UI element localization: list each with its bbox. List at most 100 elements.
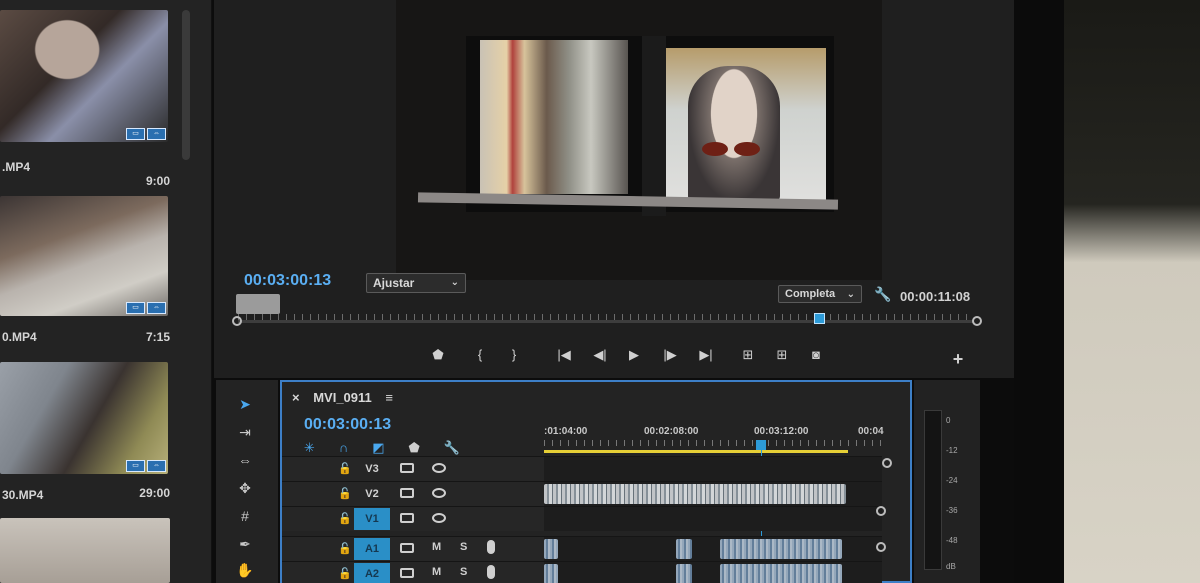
hand-tool-icon[interactable]: ✋ bbox=[234, 562, 256, 582]
sync-lock-icon[interactable] bbox=[400, 568, 414, 578]
audio-clip[interactable] bbox=[720, 564, 842, 583]
track-header[interactable]: 🔓 V3 bbox=[282, 457, 544, 481]
track-lane[interactable] bbox=[544, 537, 882, 561]
clip-item[interactable]: ▭ ⇔ 30.MP4 29:00 bbox=[0, 362, 178, 512]
track-header[interactable]: 🔓 A2 M S bbox=[282, 562, 544, 583]
selection-tool-icon[interactable]: ➤ bbox=[234, 396, 256, 416]
video-clip[interactable] bbox=[544, 484, 846, 504]
lock-icon[interactable]: 🔓 bbox=[338, 542, 352, 555]
audio-clip[interactable] bbox=[720, 539, 842, 559]
track-row-a2: 🔓 A2 M S bbox=[282, 561, 882, 583]
project-scrollbar[interactable] bbox=[182, 10, 190, 160]
linked-selection-icon[interactable]: ◩ bbox=[372, 440, 384, 456]
work-area-bar[interactable] bbox=[544, 450, 848, 453]
add-marker-button[interactable]: ⬟ bbox=[428, 346, 448, 364]
snap-magnet-icon[interactable]: ∩ bbox=[339, 440, 348, 456]
track-name[interactable]: A2 bbox=[354, 563, 390, 583]
audio-clip[interactable] bbox=[544, 539, 558, 559]
button-editor-add-button[interactable]: + bbox=[948, 350, 968, 368]
track-name[interactable]: V3 bbox=[354, 458, 390, 480]
sync-lock-icon[interactable] bbox=[400, 513, 414, 523]
track-select-tool-icon[interactable]: ⇥ bbox=[234, 424, 256, 444]
nest-toggle-icon[interactable]: ✳ bbox=[304, 440, 315, 456]
track-lane[interactable] bbox=[544, 562, 882, 583]
slip-tool-icon[interactable]: # bbox=[234, 508, 256, 528]
go-to-out-button[interactable]: ▶| bbox=[696, 346, 716, 364]
play-button[interactable]: ▶ bbox=[624, 346, 644, 364]
add-marker-icon[interactable]: ⬟ bbox=[409, 440, 420, 456]
clip-item[interactable]: ▭ ⇔ 0.MP4 7:15 bbox=[0, 196, 178, 351]
step-forward-button[interactable]: |▶ bbox=[660, 346, 680, 364]
scrub-end-handle[interactable] bbox=[972, 316, 982, 326]
track-header[interactable]: 🔓 A1 M S bbox=[282, 537, 544, 561]
timeline-timecode[interactable]: 00:03:00:13 bbox=[304, 416, 391, 434]
timeline-scroll-handle[interactable] bbox=[876, 542, 886, 552]
sync-lock-icon[interactable] bbox=[400, 463, 414, 473]
ripple-edit-tool-icon[interactable]: ⇔ bbox=[234, 452, 256, 472]
track-lane[interactable] bbox=[544, 507, 882, 531]
pen-tool-icon[interactable]: ✒ bbox=[234, 536, 256, 556]
timeline-settings-wrench-icon[interactable]: 🔧 bbox=[444, 440, 460, 456]
clip-thumbnail[interactable]: ▭ ⇔ bbox=[0, 362, 168, 474]
playhead-icon[interactable] bbox=[814, 313, 826, 324]
eye-icon[interactable] bbox=[432, 463, 446, 473]
zoom-dropdown[interactable]: Ajustar ⌄ bbox=[366, 273, 466, 293]
clip-thumbnail-partial[interactable] bbox=[0, 518, 170, 583]
project-panel: ▭ ⇔ .MP4 9:00 ▭ ⇔ 0.MP4 7:15 ▭ ⇔ 30.MP4 … bbox=[0, 0, 212, 583]
eye-icon[interactable] bbox=[432, 513, 446, 523]
close-icon[interactable]: × bbox=[292, 390, 300, 405]
audio-meter: 0 -12 -24 -36 -48 dB bbox=[914, 380, 980, 583]
quality-dropdown[interactable]: Completa ⌄ bbox=[778, 285, 862, 303]
timeline-scroll-handle[interactable] bbox=[882, 458, 892, 468]
quality-dropdown-value: Completa bbox=[785, 288, 836, 300]
mute-button[interactable]: M bbox=[432, 541, 441, 553]
meter-label: -48 bbox=[946, 536, 958, 545]
step-back-button[interactable]: ◀| bbox=[590, 346, 610, 364]
audio-clip[interactable] bbox=[676, 539, 692, 559]
mark-in-button[interactable]: { bbox=[470, 346, 490, 364]
lock-icon[interactable]: 🔓 bbox=[338, 462, 352, 475]
clip-thumbnail[interactable]: ▭ ⇔ bbox=[0, 10, 168, 142]
ruler-label: 00:02:08:00 bbox=[644, 426, 699, 437]
sync-lock-icon[interactable] bbox=[400, 543, 414, 553]
program-monitor: 00:03:00:13 Ajustar ⌄ Completa ⌄ 🔧 00:00… bbox=[214, 0, 1014, 378]
mark-out-button[interactable]: } bbox=[504, 346, 524, 364]
export-frame-button[interactable]: ◙ bbox=[806, 346, 826, 364]
solo-button[interactable]: S bbox=[460, 566, 467, 578]
sync-lock-icon[interactable] bbox=[400, 488, 414, 498]
mark-out-icon: } bbox=[511, 347, 517, 362]
scrub-start-handle[interactable] bbox=[232, 316, 242, 326]
track-lane[interactable] bbox=[544, 482, 882, 506]
playback-scrub-bar[interactable] bbox=[232, 313, 982, 328]
track-lane[interactable] bbox=[544, 457, 882, 481]
settings-wrench-icon[interactable]: 🔧 bbox=[874, 286, 891, 303]
timeline-scroll-handle[interactable] bbox=[876, 506, 886, 516]
lift-button[interactable]: ⊞ bbox=[738, 346, 758, 364]
timeline-panel: × MVI_0911 ≡ 00:03:00:13 ✳ ∩ ◩ ⬟ 🔧 :01:0… bbox=[280, 380, 912, 583]
mic-icon[interactable] bbox=[487, 540, 495, 554]
sequence-tab[interactable]: × MVI_0911 ≡ bbox=[292, 390, 393, 405]
program-timecode[interactable]: 00:03:00:13 bbox=[244, 272, 331, 290]
track-header[interactable]: 🔓 V2 bbox=[282, 482, 544, 506]
go-to-in-button[interactable]: |◀ bbox=[554, 346, 574, 364]
clip-item[interactable]: ▭ ⇔ .MP4 9:00 bbox=[0, 10, 178, 188]
audio-clip[interactable] bbox=[676, 564, 692, 583]
lock-icon[interactable]: 🔓 bbox=[338, 567, 352, 580]
rolling-edit-tool-icon[interactable]: ✥ bbox=[234, 480, 256, 500]
time-ruler[interactable]: :01:04:00 00:02:08:00 00:03:12:00 00:04 bbox=[544, 422, 884, 456]
mute-button[interactable]: M bbox=[432, 566, 441, 578]
tab-menu-icon[interactable]: ≡ bbox=[385, 390, 393, 405]
lock-icon[interactable]: 🔓 bbox=[338, 512, 352, 525]
track-name[interactable]: V1 bbox=[354, 508, 390, 530]
eye-icon[interactable] bbox=[432, 488, 446, 498]
track-name[interactable]: V2 bbox=[354, 483, 390, 505]
track-name[interactable]: A1 bbox=[354, 538, 390, 560]
lock-icon[interactable]: 🔓 bbox=[338, 487, 352, 500]
zoom-handle[interactable] bbox=[236, 294, 280, 314]
audio-clip[interactable] bbox=[544, 564, 558, 583]
solo-button[interactable]: S bbox=[460, 541, 467, 553]
extract-button[interactable]: ⊞ bbox=[772, 346, 792, 364]
mic-icon[interactable] bbox=[487, 565, 495, 579]
clip-thumbnail[interactable]: ▭ ⇔ bbox=[0, 196, 168, 316]
track-header[interactable]: 🔓 V1 bbox=[282, 507, 544, 531]
